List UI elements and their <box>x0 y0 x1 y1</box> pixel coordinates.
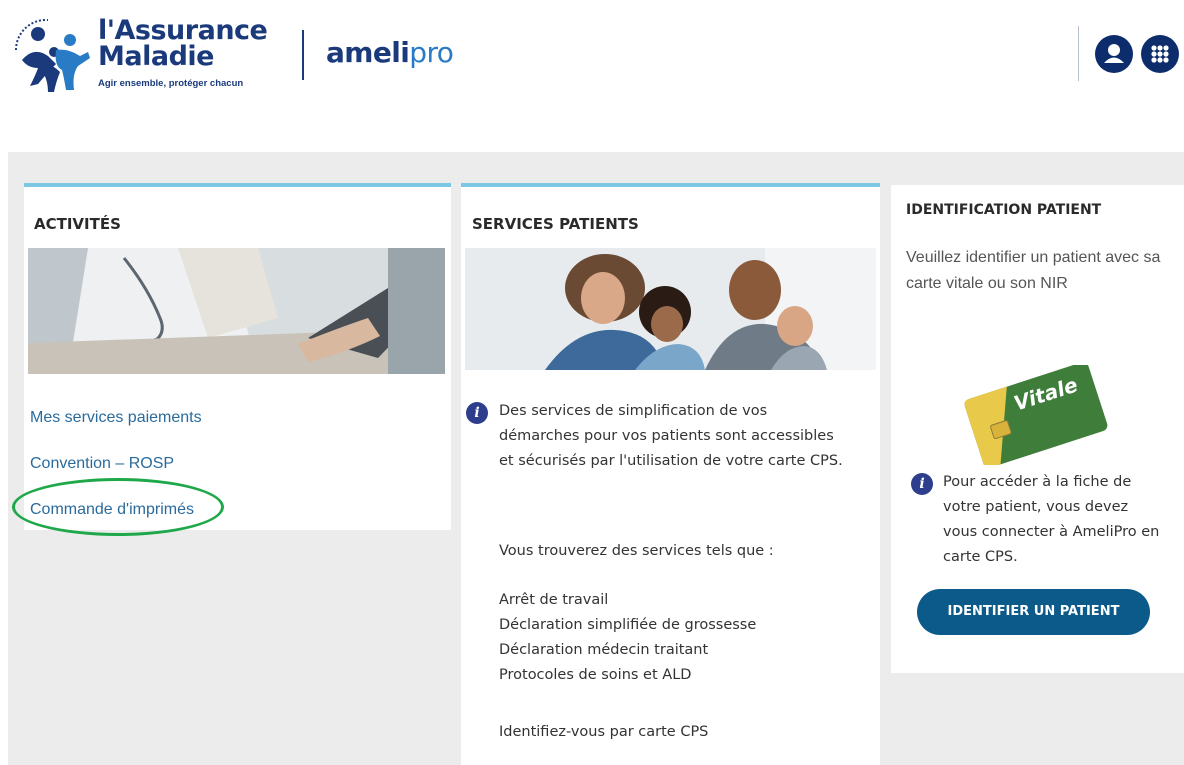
user-icon <box>1104 44 1124 63</box>
service-item: Protocoles de soins et ALD <box>499 667 692 683</box>
activites-link-convention-rosp[interactable]: Convention – ROSP <box>30 455 174 473</box>
services-footer-text: Identifiez-vous par carte CPS <box>499 724 709 740</box>
activites-card: ACTIVITÉS Mes services paiements Convent… <box>12 183 451 536</box>
highlight-ring <box>12 478 224 536</box>
identification-title: IDENTIFICATION PATIENT <box>906 202 1102 218</box>
site-header: l'Assurance Maladie Agir ensemble, proté… <box>0 0 1184 140</box>
services-intro-text: Des services de simplification de vos dé… <box>499 403 843 469</box>
identification-patient-card: IDENTIFICATION PATIENT Veuillez identifi… <box>891 185 1184 673</box>
services-patients-card: SERVICES PATIENTS i Des services de simp… <box>461 183 880 765</box>
activites-link-paiements[interactable]: Mes services paiements <box>30 409 202 427</box>
vitale-card-icon: Vitale <box>964 365 1108 465</box>
service-item: Arrêt de travail <box>499 592 609 608</box>
brand-name-line2: Maladie <box>98 41 214 72</box>
assurance-maladie-logo[interactable]: l'Assurance Maladie Agir ensemble, proté… <box>8 12 290 102</box>
product-name-part1: ameli <box>326 36 410 69</box>
doctor-photo <box>28 248 445 374</box>
user-account-button[interactable] <box>1095 35 1133 73</box>
info-icon: i <box>911 473 933 495</box>
logo-divider <box>302 30 304 80</box>
identification-note: Pour accéder à la fiche de votre patient… <box>943 474 1160 565</box>
services-patients-title: SERVICES PATIENTS <box>472 215 639 233</box>
service-item: Déclaration médecin traitant <box>499 642 709 658</box>
product-name-part2: pro <box>409 36 454 69</box>
assurance-maladie-emblem-icon <box>14 18 90 92</box>
amelipro-logo[interactable]: amelipro <box>326 36 454 70</box>
identify-patient-button[interactable]: IDENTIFIER UN PATIENT <box>917 589 1150 635</box>
activites-title: ACTIVITÉS <box>34 215 121 233</box>
service-item: Déclaration simplifiée de grossesse <box>499 617 757 633</box>
info-icon: i <box>466 402 488 424</box>
services-lead-text: Vous trouverez des services tels que : <box>499 543 774 559</box>
apps-grid-icon <box>1151 45 1169 63</box>
header-divider <box>1078 26 1079 81</box>
apps-menu-button[interactable] <box>1141 35 1179 73</box>
brand-tagline: Agir ensemble, protéger chacun <box>98 78 244 89</box>
identification-description: Veuillez identifier un patient avec sa c… <box>906 249 1161 292</box>
dashboard-content: ACTIVITÉS Mes services paiements Convent… <box>8 152 1184 765</box>
family-photo <box>465 248 876 370</box>
